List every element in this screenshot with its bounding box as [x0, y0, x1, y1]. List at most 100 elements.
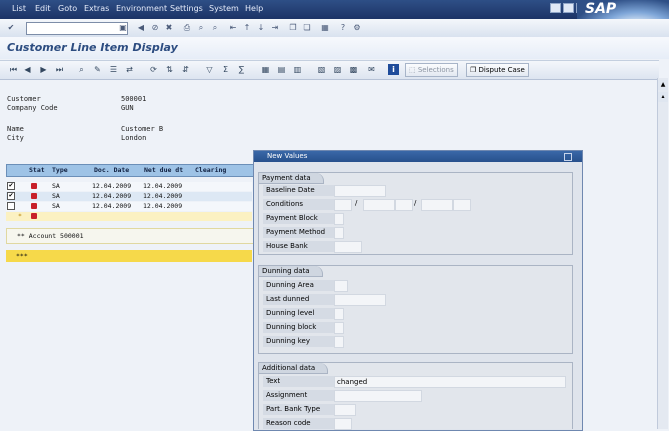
col-doc-date[interactable]: Doc. Date	[94, 166, 129, 174]
dialog-close-icon[interactable]	[564, 153, 572, 161]
col-net-due[interactable]: Net due dt	[144, 166, 183, 174]
find-next-icon[interactable]: ⌕	[210, 23, 220, 33]
grand-total-row[interactable]: ***	[6, 250, 252, 262]
conditions-input-4[interactable]	[421, 199, 453, 211]
menu-goto[interactable]: Goto	[58, 4, 77, 13]
edit-pencil-icon[interactable]: ✎	[92, 64, 103, 75]
part-bank-type-label: Part. Bank Type	[263, 404, 336, 415]
choose-layout-icon[interactable]: ▤	[276, 64, 287, 75]
detail-icon[interactable]: ▩	[348, 64, 359, 75]
table-row[interactable]: ✔ SA 12.04.2009 12.04.2009	[6, 192, 252, 201]
menu-environment[interactable]: Environment	[116, 4, 167, 13]
part-bank-type-input[interactable]	[334, 404, 356, 416]
display-icon[interactable]: ⌕	[76, 64, 87, 75]
save-icon[interactable]: ▣	[118, 23, 128, 33]
customer-label: Customer	[7, 95, 41, 103]
house-bank-input[interactable]	[334, 241, 362, 253]
refresh-icon[interactable]: ⟳	[148, 64, 159, 75]
vertical-scrollbar[interactable]: ▲ ▴	[657, 78, 668, 429]
enter-icon[interactable]: ✔	[6, 23, 16, 33]
col-type[interactable]: Type	[52, 166, 68, 174]
back-icon[interactable]: ◀	[136, 23, 146, 33]
last-dunned-input[interactable]	[334, 294, 386, 306]
reverse-icon[interactable]: ⇄	[124, 64, 135, 75]
customize-icon[interactable]: ⚙	[352, 23, 362, 33]
conditions-input-3[interactable]	[395, 199, 413, 211]
info-icon[interactable]: i	[388, 64, 399, 75]
dispute-case-button[interactable]: ❐ Dispute Case	[466, 63, 529, 77]
conditions-input-1[interactable]	[334, 199, 352, 211]
scroll-up-page-icon[interactable]: ▴	[658, 92, 668, 102]
command-field[interactable]	[26, 22, 128, 35]
payment-method-input[interactable]	[334, 227, 344, 239]
scroll-up-icon[interactable]: ▲	[658, 80, 668, 90]
shortcut-icon[interactable]: ❏	[302, 23, 312, 33]
next-page-icon[interactable]: ↓	[256, 23, 266, 33]
company-code-label: Company Code	[7, 104, 58, 112]
new-session-icon[interactable]: ❐	[288, 23, 298, 33]
layout-grid-icon[interactable]: ▦	[260, 64, 271, 75]
menu-settings[interactable]: Settings	[170, 4, 203, 13]
subtotal-row[interactable]: *	[6, 212, 252, 221]
print-icon[interactable]: ⎙	[182, 23, 192, 33]
total-icon[interactable]: Σ	[220, 64, 231, 75]
payment-block-input[interactable]	[334, 213, 344, 225]
filter-icon[interactable]: ▽	[204, 64, 215, 75]
menu-system[interactable]: System	[209, 4, 239, 13]
conditions-input-2[interactable]	[363, 199, 395, 211]
find-icon[interactable]: ⌕	[196, 23, 206, 33]
conditions-sep-1: /	[355, 199, 358, 207]
table-row[interactable]: SA 12.04.2009 12.04.2009	[6, 202, 252, 211]
dunning-block-input[interactable]	[334, 322, 344, 334]
mass-change-icon[interactable]: ☰	[108, 64, 119, 75]
row-checkbox[interactable]: ✔	[7, 182, 15, 190]
row-checkbox[interactable]	[7, 202, 15, 210]
assignment-input[interactable]	[334, 390, 422, 402]
table-row[interactable]: ✔ SA 12.04.2009 12.04.2009	[6, 182, 252, 191]
save-layout-icon[interactable]: ▥	[292, 64, 303, 75]
reason-code-input[interactable]	[334, 418, 352, 430]
cancel-icon[interactable]: ✖	[164, 23, 174, 33]
first-page-icon[interactable]: ⇤	[228, 23, 238, 33]
minimize-button[interactable]	[550, 3, 561, 13]
dunning-level-input[interactable]	[334, 308, 344, 320]
prev-page-icon[interactable]: ↑	[242, 23, 252, 33]
sort-desc-icon[interactable]: ⇵	[180, 64, 191, 75]
application-toolbar: ⏮ ◀ ▶ ⏭ ⌕ ✎ ☰ ⇄ ⟳ ⇅ ⇵ ▽ Σ ∑ ▦ ▤ ▥ ▧ ▨ ▩ …	[0, 60, 659, 80]
export-icon[interactable]: ▧	[316, 64, 327, 75]
next-item-icon[interactable]: ▶	[38, 64, 49, 75]
house-bank-label: House Bank	[263, 241, 336, 252]
notes-icon[interactable]: ✉	[366, 64, 377, 75]
prev-item-icon[interactable]: ◀	[22, 64, 33, 75]
dunning-level-label: Dunning level	[263, 308, 336, 319]
dunning-key-input[interactable]	[334, 336, 344, 348]
account-total-row[interactable]: ** Account 500001	[6, 228, 254, 244]
layout-icon[interactable]: ▦	[320, 23, 330, 33]
col-clearing[interactable]: Clearing	[195, 166, 226, 174]
help-icon[interactable]: ?	[338, 23, 348, 33]
last-page-icon[interactable]: ⇥	[270, 23, 280, 33]
cell-net-due: 12.04.2009	[143, 202, 183, 210]
menu-extras[interactable]: Extras	[84, 4, 109, 13]
conditions-input-5[interactable]	[453, 199, 471, 211]
menu-edit[interactable]: Edit	[35, 4, 51, 13]
selections-button[interactable]: ⬚ Selections	[405, 63, 458, 77]
last-item-icon[interactable]: ⏭	[54, 64, 65, 75]
maximize-button[interactable]	[563, 3, 574, 13]
baseline-date-input[interactable]	[334, 185, 386, 197]
col-stat[interactable]: Stat	[29, 166, 45, 174]
additional-data-title: Additional data	[259, 363, 329, 374]
menu-help[interactable]: Help	[245, 4, 263, 13]
additional-data-group: Additional data Text changed Assignment …	[258, 362, 573, 430]
cell-net-due: 12.04.2009	[143, 192, 183, 200]
menu-list[interactable]: List	[12, 4, 26, 13]
graphic-icon[interactable]: ▨	[332, 64, 343, 75]
text-input[interactable]: changed	[334, 376, 566, 388]
exit-icon[interactable]: ⊘	[150, 23, 160, 33]
sort-asc-icon[interactable]: ⇅	[164, 64, 175, 75]
row-checkbox[interactable]: ✔	[7, 192, 15, 200]
subtotal-icon[interactable]: ∑	[236, 64, 247, 75]
payment-data-group: Payment data Baseline Date Conditions / …	[258, 172, 573, 255]
dunning-area-input[interactable]	[334, 280, 348, 292]
first-item-icon[interactable]: ⏮	[8, 64, 19, 75]
